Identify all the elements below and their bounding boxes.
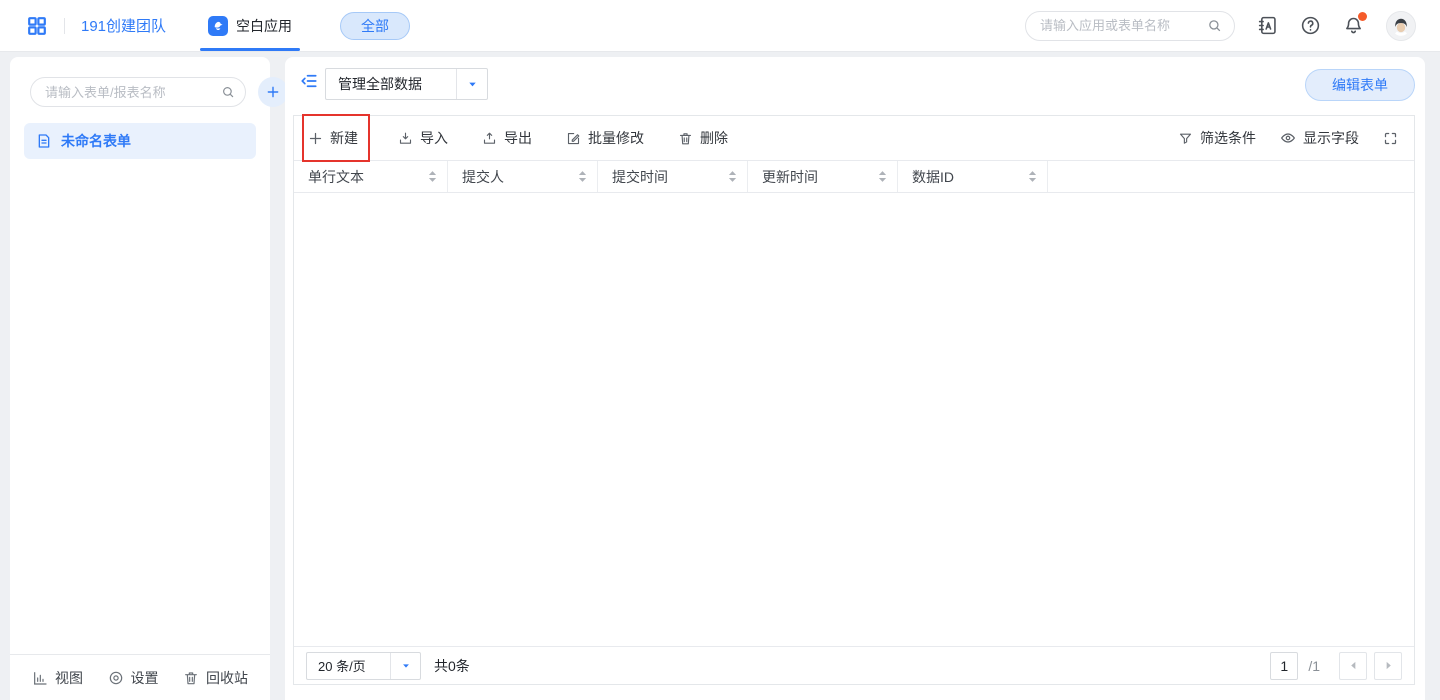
show-fields-label: 显示字段 (1303, 128, 1359, 148)
tab-label: 空白应用 (236, 16, 292, 36)
form-search[interactable] (30, 77, 246, 107)
export-button[interactable]: 导出 (482, 128, 532, 148)
search-icon (221, 85, 235, 99)
data-view-selector[interactable]: 管理全部数据 (325, 68, 488, 100)
total-count-label: 共0条 (434, 656, 470, 676)
data-table-card: 新建 导入 导出 批量修改 (293, 115, 1415, 685)
column-label: 提交人 (462, 167, 504, 187)
recycle-bin-label: 回收站 (206, 668, 248, 688)
filter-all-pill[interactable]: 全部 (340, 12, 410, 40)
table-body-empty (294, 193, 1414, 646)
page-number-input[interactable] (1270, 652, 1298, 680)
chevron-down-icon (391, 653, 420, 679)
page-size-label: 20 条/页 (307, 653, 391, 679)
app-logo-icon (208, 16, 228, 36)
sort-icon[interactable] (578, 170, 587, 183)
views-label: 视图 (55, 668, 83, 688)
pagination-bar: 20 条/页 共0条 /1 (294, 646, 1414, 684)
sidebar-footer: 视图 设置 回收站 (10, 654, 270, 700)
column-label: 提交时间 (612, 167, 668, 187)
batch-edit-label: 批量修改 (588, 128, 644, 148)
table-header-row: 单行文本 提交人 提交时间 更新时间 (294, 160, 1414, 193)
sidebar-item-form[interactable]: 未命名表单 (24, 123, 256, 159)
team-name-link[interactable]: 191创建团队 (81, 15, 166, 36)
views-button[interactable]: 视图 (32, 668, 83, 688)
filter-label: 筛选条件 (1200, 128, 1256, 148)
active-tab-underline (200, 48, 300, 51)
new-record-button[interactable]: 新建 (308, 128, 358, 148)
show-fields-button[interactable]: 显示字段 (1280, 128, 1359, 148)
import-label: 导入 (420, 128, 448, 148)
top-header: 191创建团队 空白应用 全部 (0, 0, 1440, 52)
chevron-right-icon (1383, 660, 1394, 671)
add-form-button[interactable] (258, 77, 288, 107)
prev-page-button[interactable] (1339, 652, 1367, 680)
form-list-sidebar: 未命名表单 视图 设置 回收站 (10, 57, 270, 700)
sidebar-item-label: 未命名表单 (61, 131, 131, 151)
settings-button[interactable]: 设置 (108, 668, 159, 688)
help-button[interactable] (1300, 15, 1321, 36)
form-search-input[interactable] (45, 85, 221, 100)
data-view-label: 管理全部数据 (326, 69, 457, 99)
column-label: 更新时间 (762, 167, 818, 187)
global-search[interactable] (1025, 11, 1235, 41)
sort-icon[interactable] (428, 170, 437, 183)
column-header[interactable]: 数据ID (898, 161, 1048, 192)
sort-icon[interactable] (1028, 170, 1037, 183)
chevron-left-icon (1348, 660, 1359, 671)
column-header[interactable]: 提交人 (448, 161, 598, 192)
batch-edit-button[interactable]: 批量修改 (566, 128, 644, 148)
next-page-button[interactable] (1374, 652, 1402, 680)
fullscreen-icon (1383, 131, 1398, 146)
notification-badge (1358, 12, 1367, 21)
column-header[interactable]: 更新时间 (748, 161, 898, 192)
contacts-button[interactable] (1257, 15, 1278, 36)
search-icon (1207, 18, 1222, 33)
chevron-down-icon (457, 69, 487, 99)
filter-button[interactable]: 筛选条件 (1178, 128, 1256, 148)
column-header[interactable]: 提交时间 (598, 161, 748, 192)
notifications-button[interactable] (1343, 15, 1364, 36)
new-record-label: 新建 (330, 128, 358, 148)
recycle-bin-button[interactable]: 回收站 (183, 668, 248, 688)
tab-current-app[interactable]: 空白应用 (204, 0, 296, 51)
data-management-panel: 管理全部数据 编辑表单 新建 导入 导出 (285, 57, 1425, 700)
column-header-empty (1048, 161, 1414, 192)
global-search-input[interactable] (1040, 18, 1207, 33)
import-button[interactable]: 导入 (398, 128, 448, 148)
page-size-selector[interactable]: 20 条/页 (306, 652, 421, 680)
column-header[interactable]: 单行文本 (294, 161, 448, 192)
fullscreen-button[interactable] (1383, 131, 1398, 146)
column-label: 单行文本 (308, 167, 364, 187)
delete-label: 删除 (700, 128, 728, 148)
header-divider (64, 18, 65, 34)
user-avatar[interactable] (1386, 11, 1416, 41)
column-label: 数据ID (912, 167, 954, 187)
sort-icon[interactable] (728, 170, 737, 183)
settings-label: 设置 (131, 668, 159, 688)
table-toolbar: 新建 导入 导出 批量修改 (294, 116, 1414, 160)
document-icon (36, 133, 52, 149)
export-label: 导出 (504, 128, 532, 148)
edit-form-button[interactable]: 编辑表单 (1305, 69, 1415, 101)
sort-icon[interactable] (878, 170, 887, 183)
collapse-sidebar-icon[interactable] (300, 72, 318, 90)
delete-button[interactable]: 删除 (678, 128, 728, 148)
app-launcher-icon[interactable] (26, 15, 48, 37)
page-total-label: /1 (1308, 658, 1320, 674)
